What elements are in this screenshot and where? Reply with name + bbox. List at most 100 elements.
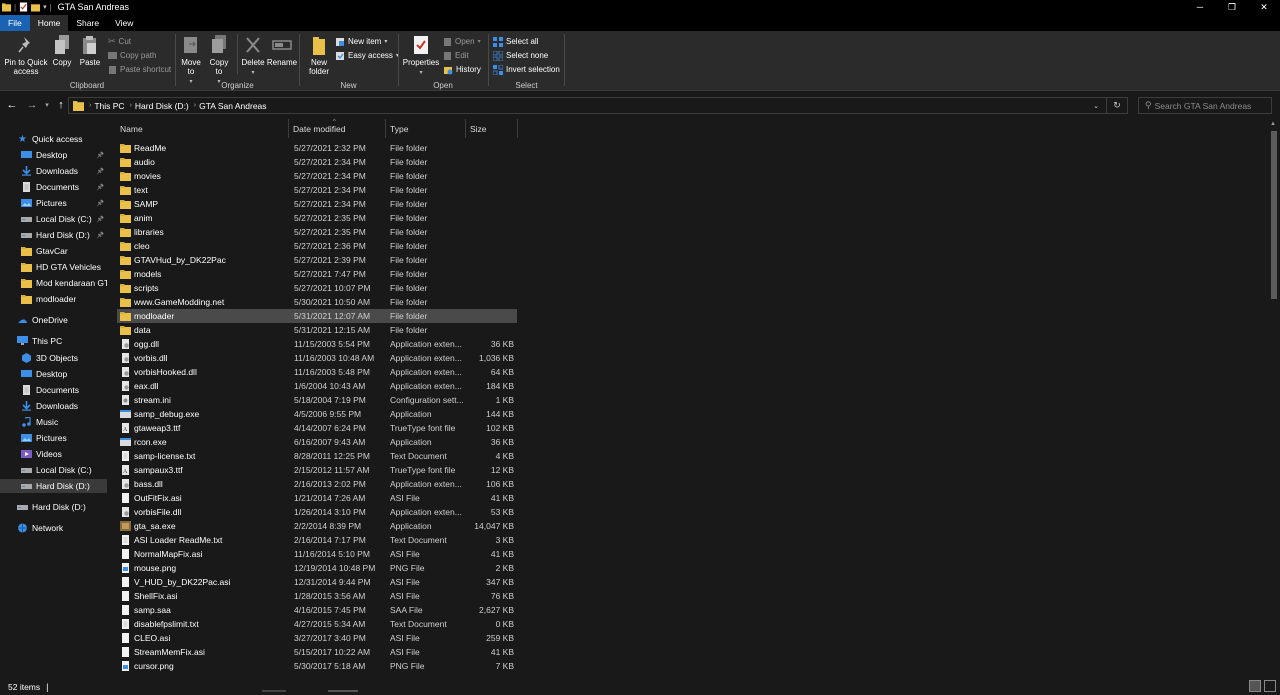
column-divider[interactable] bbox=[465, 119, 466, 138]
pin-icon[interactable]: 📌 bbox=[97, 200, 104, 207]
edit-button[interactable]: Edit bbox=[443, 49, 469, 62]
copy-path-button[interactable]: Copy path bbox=[108, 49, 156, 62]
file-row[interactable]: SAMP 5/27/2021 2:34 PM File folder bbox=[117, 197, 517, 211]
nav-pc-desktop[interactable]: Desktop bbox=[0, 367, 107, 381]
properties-button[interactable]: Properties ▾ bbox=[401, 34, 441, 78]
new-folder-quick-icon[interactable] bbox=[31, 2, 41, 12]
file-row[interactable]: Agtaweap3.ttf 4/14/2007 6:24 PM TrueType f… bbox=[117, 421, 517, 435]
file-row[interactable]: ogg.dll 11/15/2003 5:54 PM Application ext… bbox=[117, 337, 517, 351]
file-row[interactable]: CLEO.asi 3/27/2017 3:40 PM ASI File 259 KB bbox=[117, 631, 517, 645]
tab-file[interactable]: File bbox=[0, 15, 30, 31]
file-row[interactable]: NormalMapFix.asi 11/16/2014 5:10 PM ASI Fi… bbox=[117, 547, 517, 561]
file-row[interactable]: stream.ini 5/18/2004 7:19 PM Configuration… bbox=[117, 393, 517, 407]
file-row[interactable]: ShellFix.asi 1/28/2015 3:56 AM ASI File 76 … bbox=[117, 589, 517, 603]
column-divider[interactable] bbox=[517, 119, 518, 138]
maximize-button[interactable]: ❐ bbox=[1216, 0, 1248, 14]
address-dropdown-chevron-icon[interactable]: ⌄ bbox=[1086, 102, 1106, 110]
nav-quick-documents[interactable]: Documents 📌 bbox=[0, 180, 107, 194]
pin-icon[interactable]: 📌 bbox=[97, 232, 104, 239]
file-row[interactable]: V_HUD_by_DK22Pac.asi 12/31/2014 9:44 PM AS… bbox=[117, 575, 517, 589]
nav-quick-gtavcar[interactable]: GtavCar bbox=[0, 244, 107, 258]
column-date-modified[interactable]: Date modified bbox=[290, 119, 384, 138]
refresh-icon[interactable]: ↻ bbox=[1107, 100, 1127, 111]
nav-network[interactable]: Network bbox=[0, 521, 107, 535]
file-row[interactable]: rcon.exe 6/16/2007 9:43 AM Application 36 K… bbox=[117, 435, 517, 449]
nav-pc-hard-disk-d[interactable]: Hard Disk (D:) bbox=[0, 479, 107, 493]
file-row[interactable]: cursor.png 5/30/2017 5:18 AM PNG File 7 KB bbox=[117, 659, 517, 673]
rename-button[interactable]: Rename bbox=[266, 34, 298, 67]
up-arrow-icon[interactable]: ↑ bbox=[54, 98, 68, 112]
vertical-scrollbar[interactable]: ▲ bbox=[1269, 119, 1280, 678]
file-row[interactable]: anim 5/27/2021 2:35 PM File folder bbox=[117, 211, 517, 225]
copy-button[interactable]: Copy bbox=[50, 34, 74, 67]
tab-home[interactable]: Home bbox=[29, 15, 69, 31]
large-icons-view-icon[interactable] bbox=[1264, 680, 1276, 692]
cut-button[interactable]: ✂ Cut bbox=[108, 35, 131, 48]
breadcrumb-chevron-icon[interactable]: › bbox=[130, 102, 132, 109]
invert-selection-button[interactable]: Invert selection bbox=[493, 63, 560, 76]
breadcrumb-this-pc[interactable]: This PC bbox=[94, 101, 124, 111]
tab-share[interactable]: Share bbox=[68, 15, 107, 31]
paste-shortcut-button[interactable]: Paste shortcut bbox=[108, 63, 171, 76]
nav-quick-hard-disk-d[interactable]: Hard Disk (D:) 📌 bbox=[0, 228, 107, 242]
select-all-button[interactable]: Select all bbox=[493, 35, 538, 48]
file-row[interactable]: www.GameModding.net 5/30/2021 10:50 AM Fil… bbox=[117, 295, 517, 309]
nav-pc-videos[interactable]: Videos bbox=[0, 447, 107, 461]
pin-to-quick-access-button[interactable]: Pin to Quick access bbox=[4, 34, 48, 76]
file-row[interactable]: vorbisHooked.dll 11/16/2003 5:48 PM Applic… bbox=[117, 365, 517, 379]
pin-icon[interactable]: 📌 bbox=[97, 184, 104, 191]
column-divider[interactable] bbox=[385, 119, 386, 138]
file-row[interactable]: GTAVHud_by_DK22Pac 5/27/2021 2:39 PM File … bbox=[117, 253, 517, 267]
nav-pc-3d-objects[interactable]: 3D Objects bbox=[0, 351, 107, 365]
breadcrumb-gta-san-andreas[interactable]: GTA San Andreas bbox=[199, 101, 266, 111]
history-button[interactable]: History bbox=[443, 63, 481, 76]
search-input[interactable] bbox=[1154, 100, 1265, 111]
breadcrumb-chevron-icon[interactable]: › bbox=[194, 102, 196, 109]
open-button[interactable]: Open ▾ bbox=[443, 35, 481, 48]
nav-pc-downloads[interactable]: Downloads bbox=[0, 399, 107, 413]
file-row[interactable]: libraries 5/27/2021 2:35 PM File folder bbox=[117, 225, 517, 239]
select-none-button[interactable]: Select none bbox=[493, 49, 548, 62]
address-bar[interactable]: › This PC › Hard Disk (D:) › GTA San And… bbox=[68, 97, 1128, 114]
file-row[interactable]: models 5/27/2021 7:47 PM File folder bbox=[117, 267, 517, 281]
breadcrumb-hard-disk[interactable]: Hard Disk (D:) bbox=[135, 101, 189, 111]
file-row[interactable]: ReadMe 5/27/2021 2:32 PM File folder bbox=[117, 141, 517, 155]
details-view-icon[interactable] bbox=[1249, 680, 1261, 692]
nav-pc-music[interactable]: Music bbox=[0, 415, 107, 429]
scroll-up-arrow-icon[interactable]: ▲ bbox=[1270, 121, 1276, 127]
file-row[interactable]: samp_debug.exe 4/5/2006 9:55 PM Applicatio… bbox=[117, 407, 517, 421]
pin-icon[interactable]: 📌 bbox=[97, 168, 104, 175]
nav-quick-downloads[interactable]: Downloads 📌 bbox=[0, 164, 107, 178]
recent-locations-chevron-icon[interactable]: ▾ bbox=[40, 98, 54, 112]
new-folder-button[interactable]: New folder bbox=[306, 34, 332, 76]
nav-onedrive[interactable]: ☁ OneDrive bbox=[0, 313, 107, 327]
file-row[interactable]: eax.dll 1/6/2004 10:43 AM Application exte… bbox=[117, 379, 517, 393]
file-row[interactable]: mouse.png 12/19/2014 10:48 PM PNG File 2 KB bbox=[117, 561, 517, 575]
nav-quick-access[interactable]: ★ Quick access bbox=[0, 132, 107, 146]
nav-quick-pictures[interactable]: Pictures 📌 bbox=[0, 196, 107, 210]
copy-to-button[interactable]: Copy to ▾ bbox=[206, 34, 232, 87]
file-row[interactable]: samp.saa 4/16/2015 7:45 PM SAA File 2,627 K… bbox=[117, 603, 517, 617]
file-row[interactable]: Asampaux3.ttf 2/15/2012 11:57 AM TrueType … bbox=[117, 463, 517, 477]
search-box[interactable]: ⚲ bbox=[1138, 97, 1272, 114]
file-row[interactable]: gta_sa.exe 2/2/2014 8:39 PM Application 14,… bbox=[117, 519, 517, 533]
file-row[interactable]: disablefpslimit.txt 4/27/2015 5:34 AM Text… bbox=[117, 617, 517, 631]
pin-icon[interactable]: 📌 bbox=[97, 152, 104, 159]
nav-quick-desktop[interactable]: Desktop 📌 bbox=[0, 148, 107, 162]
column-size[interactable]: Size bbox=[467, 119, 517, 138]
nav-this-pc[interactable]: This PC bbox=[0, 334, 107, 348]
minimize-button[interactable]: ─ bbox=[1184, 0, 1216, 14]
easy-access-button[interactable]: Easy access ▾ bbox=[335, 49, 399, 62]
column-name[interactable]: Name bbox=[117, 119, 287, 138]
nav-quick-hd-gta-vehicles[interactable]: HD GTA Vehicles bbox=[0, 260, 107, 274]
back-arrow-icon[interactable]: ← bbox=[5, 98, 19, 112]
file-row[interactable]: ASI Loader ReadMe.txt 2/16/2014 7:17 PM Te… bbox=[117, 533, 517, 547]
tab-view[interactable]: View bbox=[107, 15, 141, 31]
breadcrumb-chevron-icon[interactable]: › bbox=[89, 102, 91, 109]
file-row[interactable]: movies 5/27/2021 2:34 PM File folder bbox=[117, 169, 517, 183]
paste-button[interactable]: Paste bbox=[77, 34, 103, 67]
file-row[interactable]: bass.dll 2/16/2013 2:02 PM Application ext… bbox=[117, 477, 517, 491]
file-row[interactable]: audio 5/27/2021 2:34 PM File folder bbox=[117, 155, 517, 169]
close-button[interactable]: ✕ bbox=[1248, 0, 1280, 14]
column-divider[interactable] bbox=[288, 119, 289, 138]
